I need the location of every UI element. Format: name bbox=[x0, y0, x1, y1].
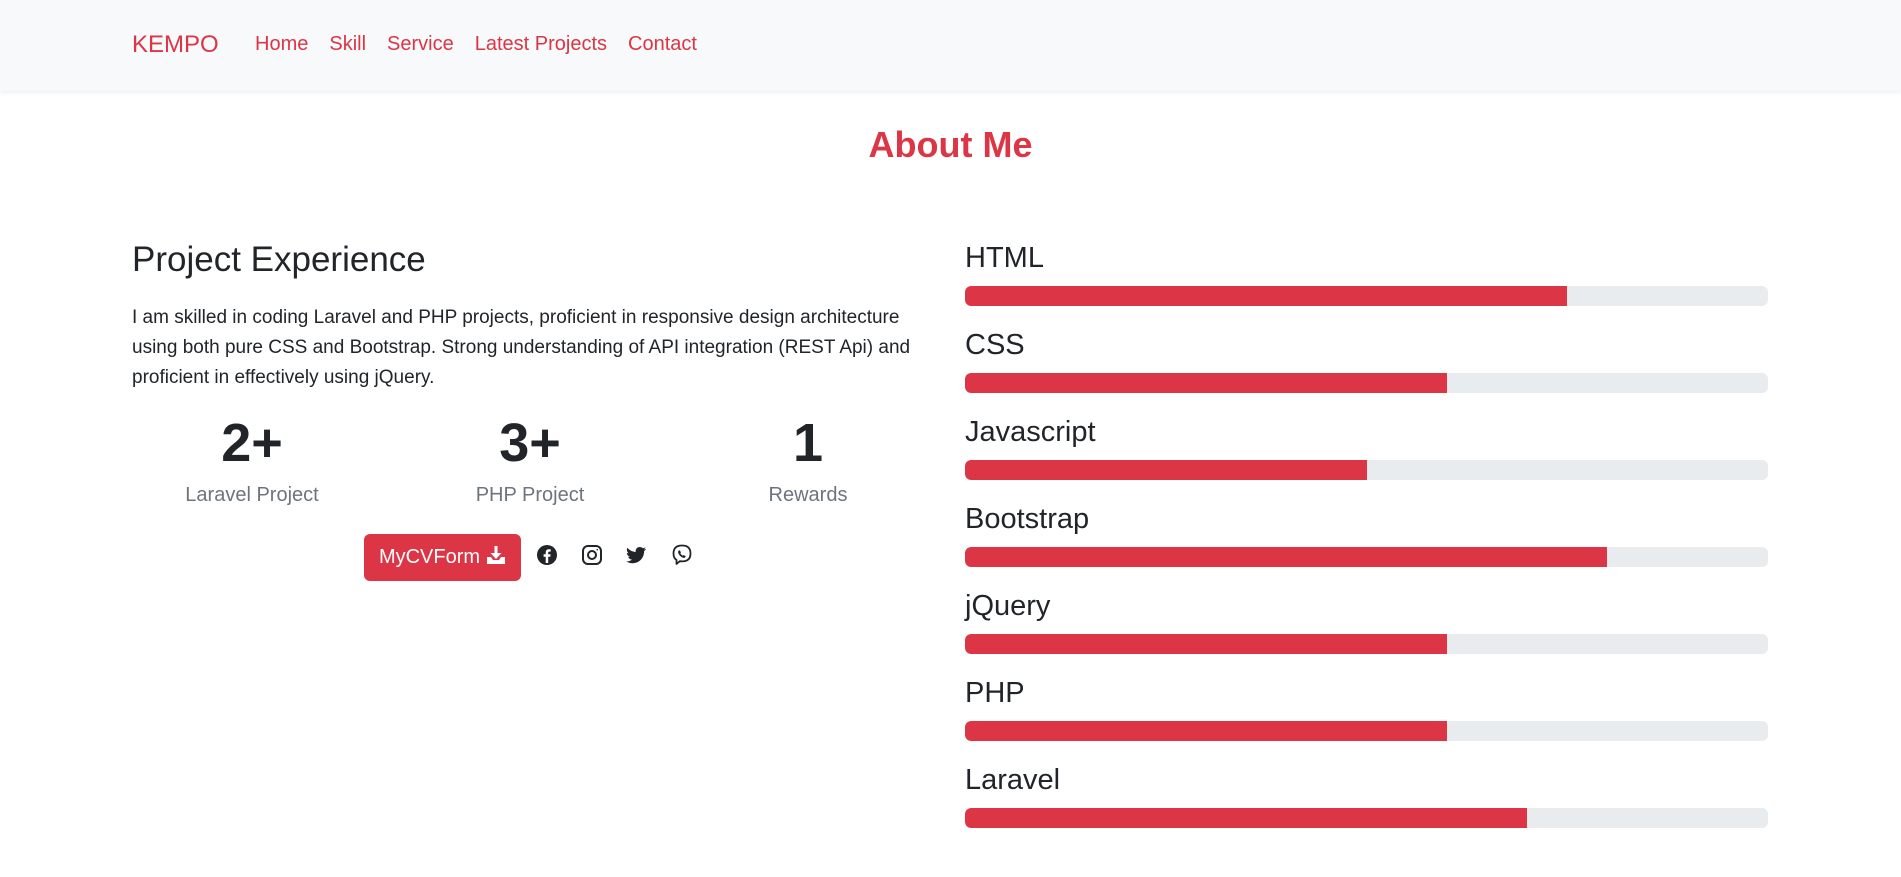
download-cv-button[interactable]: MyCVForm bbox=[364, 534, 521, 581]
download-icon bbox=[486, 545, 506, 571]
skill-row: CSS bbox=[965, 325, 1768, 412]
skill-progress-fill bbox=[965, 286, 1568, 306]
skill-row: Laravel bbox=[965, 760, 1768, 847]
skill-name: HTML bbox=[965, 242, 1044, 274]
skill-name: PHP bbox=[965, 677, 1025, 709]
viber-icon[interactable] bbox=[670, 543, 694, 567]
skill-name: Javascript bbox=[965, 416, 1096, 448]
skill-progress-fill bbox=[965, 721, 1447, 741]
nav-link-skill[interactable]: Skill bbox=[329, 33, 366, 56]
stat-value: 1 bbox=[792, 413, 824, 473]
stat-php-projects: 3+ PHP Project bbox=[410, 408, 650, 507]
facebook-icon[interactable] bbox=[535, 543, 559, 567]
nav-link-service[interactable]: Service bbox=[387, 33, 454, 56]
skill-row: jQuery bbox=[965, 586, 1768, 673]
skill-progress-track bbox=[965, 721, 1768, 741]
skill-row: PHP bbox=[965, 673, 1768, 760]
skill-row: Bootstrap bbox=[965, 499, 1768, 586]
skill-row: HTML bbox=[965, 238, 1768, 325]
twitter-icon[interactable] bbox=[624, 543, 648, 567]
skill-row: Javascript bbox=[965, 412, 1768, 499]
stat-label: Laravel Project bbox=[185, 484, 319, 506]
skill-progress-track bbox=[965, 634, 1768, 654]
skill-progress-track bbox=[965, 808, 1768, 828]
skill-name: Laravel bbox=[965, 764, 1061, 796]
nav-link-home[interactable]: Home bbox=[255, 33, 308, 56]
stat-value: 2+ bbox=[221, 413, 283, 473]
skill-name: Bootstrap bbox=[965, 503, 1090, 535]
skill-name: jQuery bbox=[965, 590, 1051, 622]
skill-progress-fill bbox=[965, 547, 1608, 567]
stat-label: Rewards bbox=[768, 484, 848, 506]
navbar: KEMPO Home Skill Service Latest Projects… bbox=[0, 0, 1901, 91]
experience-description: I am skilled in coding Laravel and PHP p… bbox=[132, 307, 911, 388]
skill-name: CSS bbox=[965, 329, 1025, 361]
skill-progress-fill bbox=[965, 808, 1528, 828]
skill-progress-track bbox=[965, 460, 1768, 480]
skill-progress-fill bbox=[965, 634, 1447, 654]
section-title: About Me bbox=[868, 124, 1033, 165]
skill-progress-fill bbox=[965, 373, 1447, 393]
nav-links: Home Skill Service Latest Projects Conta… bbox=[255, 33, 718, 56]
stat-label: PHP Project bbox=[475, 484, 585, 506]
skills-list: HTML CSS Javascript Bootstrap jQuery PHP Larav… bbox=[965, 238, 1768, 847]
nav-link-latest-projects[interactable]: Latest Projects bbox=[475, 33, 607, 56]
cv-button-label: MyCVForm bbox=[378, 546, 481, 568]
stat-value: 3+ bbox=[499, 413, 561, 473]
brand-logo[interactable]: KEMPO bbox=[132, 31, 219, 59]
skill-progress-track bbox=[965, 373, 1768, 393]
stat-rewards: 1 Rewards bbox=[688, 408, 928, 507]
instagram-icon[interactable] bbox=[580, 543, 604, 567]
skill-progress-fill bbox=[965, 460, 1367, 480]
stat-laravel-projects: 2+ Laravel Project bbox=[132, 408, 372, 507]
skill-progress-track bbox=[965, 547, 1768, 567]
skill-progress-track bbox=[965, 286, 1768, 306]
nav-link-contact[interactable]: Contact bbox=[628, 33, 697, 56]
stats-row: 2+ Laravel Project 3+ PHP Project 1 Rewa… bbox=[132, 408, 942, 518]
experience-title: Project Experience bbox=[132, 240, 426, 279]
